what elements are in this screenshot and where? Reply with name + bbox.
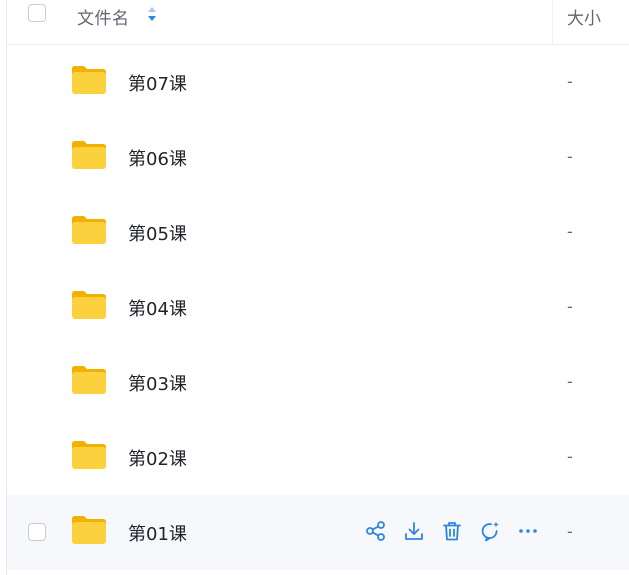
more-icon: [519, 529, 537, 533]
more-button[interactable]: [516, 519, 540, 543]
folder-icon: [72, 216, 106, 244]
file-name[interactable]: 第07课: [128, 70, 187, 96]
folder-icon: [72, 366, 106, 394]
file-list-header: 文件名 大小: [7, 0, 629, 45]
file-size: -: [567, 222, 573, 241]
file-name[interactable]: 第06课: [128, 145, 187, 171]
file-size: -: [567, 522, 573, 541]
table-row[interactable]: 第06课 -: [7, 120, 629, 195]
file-size: -: [567, 147, 573, 166]
sort-icon[interactable]: [147, 5, 157, 23]
folder-icon: [72, 141, 106, 169]
folder-icon: [72, 66, 106, 94]
delete-icon: [443, 522, 461, 541]
table-row[interactable]: 第07课 -: [7, 45, 629, 120]
file-name[interactable]: 第01课: [128, 520, 187, 546]
file-size: -: [567, 447, 573, 466]
file-name[interactable]: 第02课: [128, 445, 187, 471]
file-name[interactable]: 第05课: [128, 220, 187, 246]
column-header-size[interactable]: 大小: [567, 4, 601, 29]
file-name[interactable]: 第04课: [128, 295, 187, 321]
file-name[interactable]: 第03课: [128, 370, 187, 396]
folder-icon: [72, 441, 106, 469]
column-divider[interactable]: [552, 0, 553, 44]
column-header-name[interactable]: 文件名: [77, 4, 130, 29]
table-row[interactable]: 第05课 -: [7, 195, 629, 270]
delete-button[interactable]: [440, 519, 464, 543]
table-row[interactable]: 第01课 -: [7, 495, 629, 570]
download-button[interactable]: [402, 519, 426, 543]
folder-icon: [72, 516, 106, 544]
share-icon: [366, 521, 385, 541]
file-size: -: [567, 372, 573, 391]
table-row[interactable]: 第04课 -: [7, 270, 629, 345]
file-size: -: [567, 297, 573, 316]
folder-icon: [72, 291, 106, 319]
select-all-checkbox[interactable]: [28, 4, 46, 22]
ai-chat-icon: [481, 521, 499, 542]
table-row[interactable]: 第02课 -: [7, 420, 629, 495]
left-panel-border: [0, 0, 7, 575]
row-actions: [364, 517, 540, 545]
share-button[interactable]: [364, 519, 388, 543]
ai-chat-button[interactable]: [478, 519, 502, 543]
table-row[interactable]: 第03课 -: [7, 345, 629, 420]
download-icon: [405, 522, 423, 540]
row-checkbox[interactable]: [28, 523, 46, 541]
file-size: -: [567, 72, 573, 91]
